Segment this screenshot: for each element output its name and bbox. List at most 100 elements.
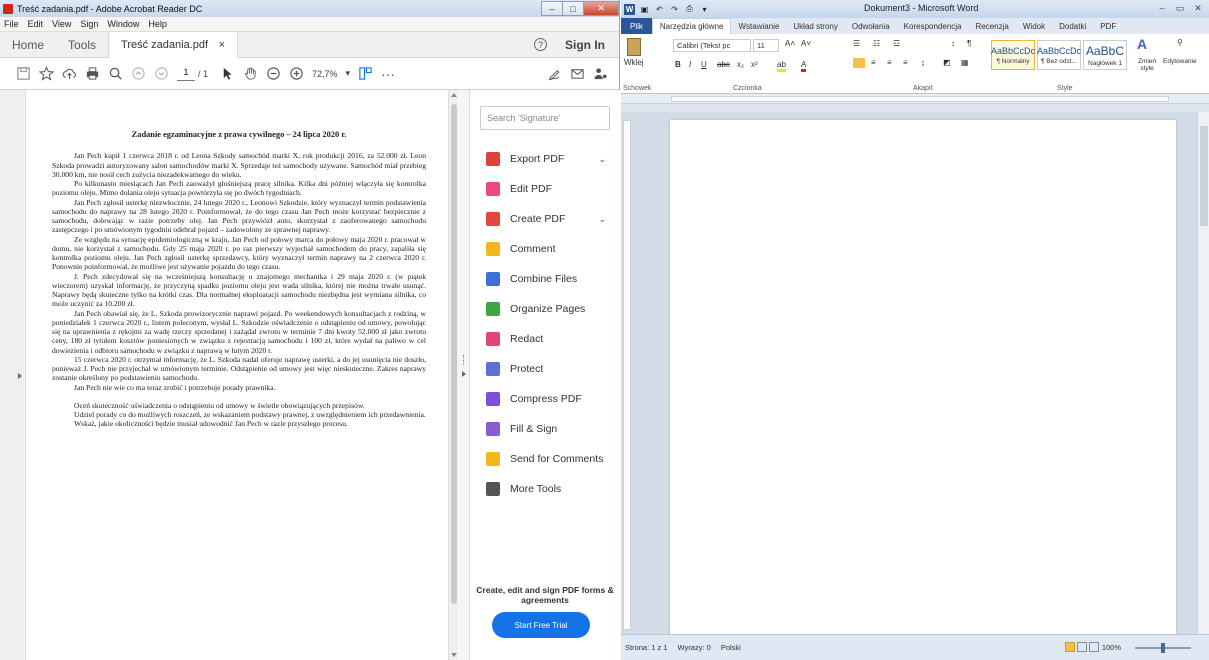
sign-pen-icon[interactable]	[543, 63, 565, 85]
tab-home[interactable]: Home	[0, 32, 56, 58]
tools-search-input[interactable]: Search 'Signature'	[480, 106, 610, 130]
redo-icon[interactable]: ↷	[669, 4, 680, 15]
vertical-ruler[interactable]	[623, 120, 631, 630]
menu-sign[interactable]: Sign	[80, 19, 98, 29]
tool-item[interactable]: Protect	[470, 354, 620, 384]
style-heading-1[interactable]: AaBbC Nagłówek 1	[1083, 40, 1127, 70]
zoom-in-icon[interactable]	[285, 63, 307, 85]
word-scrollbar-thumb[interactable]	[1200, 126, 1208, 226]
show-marks-icon[interactable]: ¶	[967, 39, 971, 48]
justify-icon[interactable]: ≡	[903, 58, 908, 67]
word-tab[interactable]: Plik	[621, 18, 652, 34]
editing-button[interactable]: Edytowanie	[1163, 58, 1197, 65]
chevron-down-icon[interactable]: ⌄	[598, 214, 606, 225]
style-normal[interactable]: AaBbCcDc ¶ Normalny	[991, 40, 1035, 70]
page-number-input[interactable]: 1	[177, 67, 195, 81]
grow-font-icon[interactable]: A˄	[785, 39, 795, 48]
align-right-icon[interactable]: ≡	[887, 58, 892, 67]
more-options-icon[interactable]: ···	[377, 63, 399, 85]
numbering-icon[interactable]: ☷	[873, 39, 880, 48]
start-free-trial-button[interactable]: Start Free Trial	[492, 612, 590, 638]
help-icon[interactable]: ?	[534, 38, 547, 51]
print-icon[interactable]	[81, 63, 103, 85]
save-icon[interactable]	[12, 63, 34, 85]
scrollbar-thumb[interactable]	[451, 104, 457, 604]
horizontal-ruler[interactable]	[621, 94, 1209, 104]
font-size-select[interactable]: 11	[753, 39, 779, 52]
find-icon[interactable]: ⚲	[1177, 38, 1183, 47]
web-layout-view-icon[interactable]	[1089, 642, 1099, 652]
page-up-icon[interactable]	[127, 63, 149, 85]
tool-item[interactable]: Compress PDF	[470, 384, 620, 414]
select-cursor-icon[interactable]	[216, 63, 238, 85]
strikethrough-button[interactable]: abc	[717, 60, 730, 69]
menu-help[interactable]: Help	[148, 19, 167, 29]
upload-cloud-icon[interactable]	[58, 63, 80, 85]
maximize-button[interactable]: □	[562, 1, 584, 16]
superscript-button[interactable]: x²	[751, 60, 758, 69]
line-spacing-icon[interactable]: ↨	[921, 58, 925, 67]
word-minimize-button[interactable]: –	[1153, 1, 1171, 15]
zoom-out-icon[interactable]	[262, 63, 284, 85]
align-center-icon[interactable]: ≡	[871, 58, 876, 67]
tool-item[interactable]: Redact	[470, 324, 620, 354]
sign-in-button[interactable]: Sign In	[565, 38, 605, 52]
tool-item[interactable]: Organize Pages	[470, 294, 620, 324]
word-restore-button[interactable]: ▭	[1171, 1, 1189, 15]
menu-file[interactable]: File	[4, 19, 19, 29]
shrink-font-icon[interactable]: A˅	[801, 39, 811, 48]
underline-button[interactable]: U	[701, 60, 707, 69]
font-name-select[interactable]: Calibri (Tekst pc	[673, 39, 751, 52]
word-tab[interactable]: Recenzja	[969, 22, 1016, 31]
print-layout-view-icon[interactable]	[1065, 642, 1075, 652]
close-button[interactable]: ✕	[583, 1, 619, 16]
quick-save-icon[interactable]: ▣	[639, 4, 650, 15]
tab-close-icon[interactable]: ×	[219, 39, 225, 51]
word-page[interactable]	[670, 120, 1176, 640]
left-panel-toggle[interactable]	[0, 90, 26, 660]
search-icon[interactable]	[104, 63, 126, 85]
share-user-icon[interactable]	[589, 63, 611, 85]
paste-icon[interactable]	[627, 38, 641, 56]
word-scrollbar[interactable]	[1197, 112, 1209, 634]
menu-view[interactable]: View	[52, 19, 71, 29]
paste-button[interactable]: Wklej	[624, 58, 644, 67]
tab-document[interactable]: Treść zadania.pdf ×	[108, 31, 239, 58]
word-tab[interactable]: Wstawianie	[731, 22, 786, 31]
quick-print-icon[interactable]: ⎙	[684, 4, 695, 15]
zoom-level[interactable]: 100%	[1102, 643, 1121, 652]
tools-pane-toggle[interactable]	[458, 90, 470, 660]
word-tab[interactable]: Korespondencja	[897, 22, 969, 31]
zoom-level-select[interactable]: 72,7%	[312, 69, 338, 79]
status-language[interactable]: Polski	[721, 643, 741, 652]
hand-tool-icon[interactable]	[239, 63, 261, 85]
word-tab[interactable]: Układ strony	[786, 22, 844, 31]
menu-window[interactable]: Window	[107, 19, 139, 29]
bullets-icon[interactable]: ☰	[853, 39, 860, 48]
undo-icon[interactable]: ↶	[654, 4, 665, 15]
word-tab[interactable]: Narzędzia główne	[651, 18, 732, 34]
change-styles-button[interactable]: Zmień style	[1133, 58, 1161, 72]
zoom-slider[interactable]	[1135, 643, 1191, 653]
fit-page-icon[interactable]	[354, 63, 376, 85]
word-tab[interactable]: PDF	[1093, 22, 1123, 31]
tool-item[interactable]: Edit PDF	[470, 174, 620, 204]
font-color-icon[interactable]: A	[801, 60, 807, 72]
borders-icon[interactable]: ▦	[961, 58, 969, 67]
shading-icon[interactable]: ◩	[943, 58, 951, 67]
tab-tools[interactable]: Tools	[56, 32, 108, 58]
scroll-up-icon[interactable]	[451, 93, 457, 97]
tool-item[interactable]: Create PDF ⌄	[470, 204, 620, 234]
word-tab[interactable]: Odwołania	[845, 22, 897, 31]
menu-edit[interactable]: Edit	[28, 19, 44, 29]
style-no-spacing[interactable]: AaBbCcDc ¶ Bez odst...	[1037, 40, 1081, 70]
zoom-slider-knob[interactable]	[1161, 643, 1165, 653]
page-down-icon[interactable]	[150, 63, 172, 85]
word-tab[interactable]: Widok	[1016, 22, 1052, 31]
minimize-button[interactable]: –	[541, 1, 563, 16]
italic-button[interactable]: I	[689, 60, 691, 69]
bookmark-star-icon[interactable]	[35, 63, 57, 85]
word-tab[interactable]: Dodatki	[1052, 22, 1093, 31]
sort-icon[interactable]: ↕	[951, 39, 955, 48]
document-scrollbar[interactable]	[448, 90, 458, 660]
